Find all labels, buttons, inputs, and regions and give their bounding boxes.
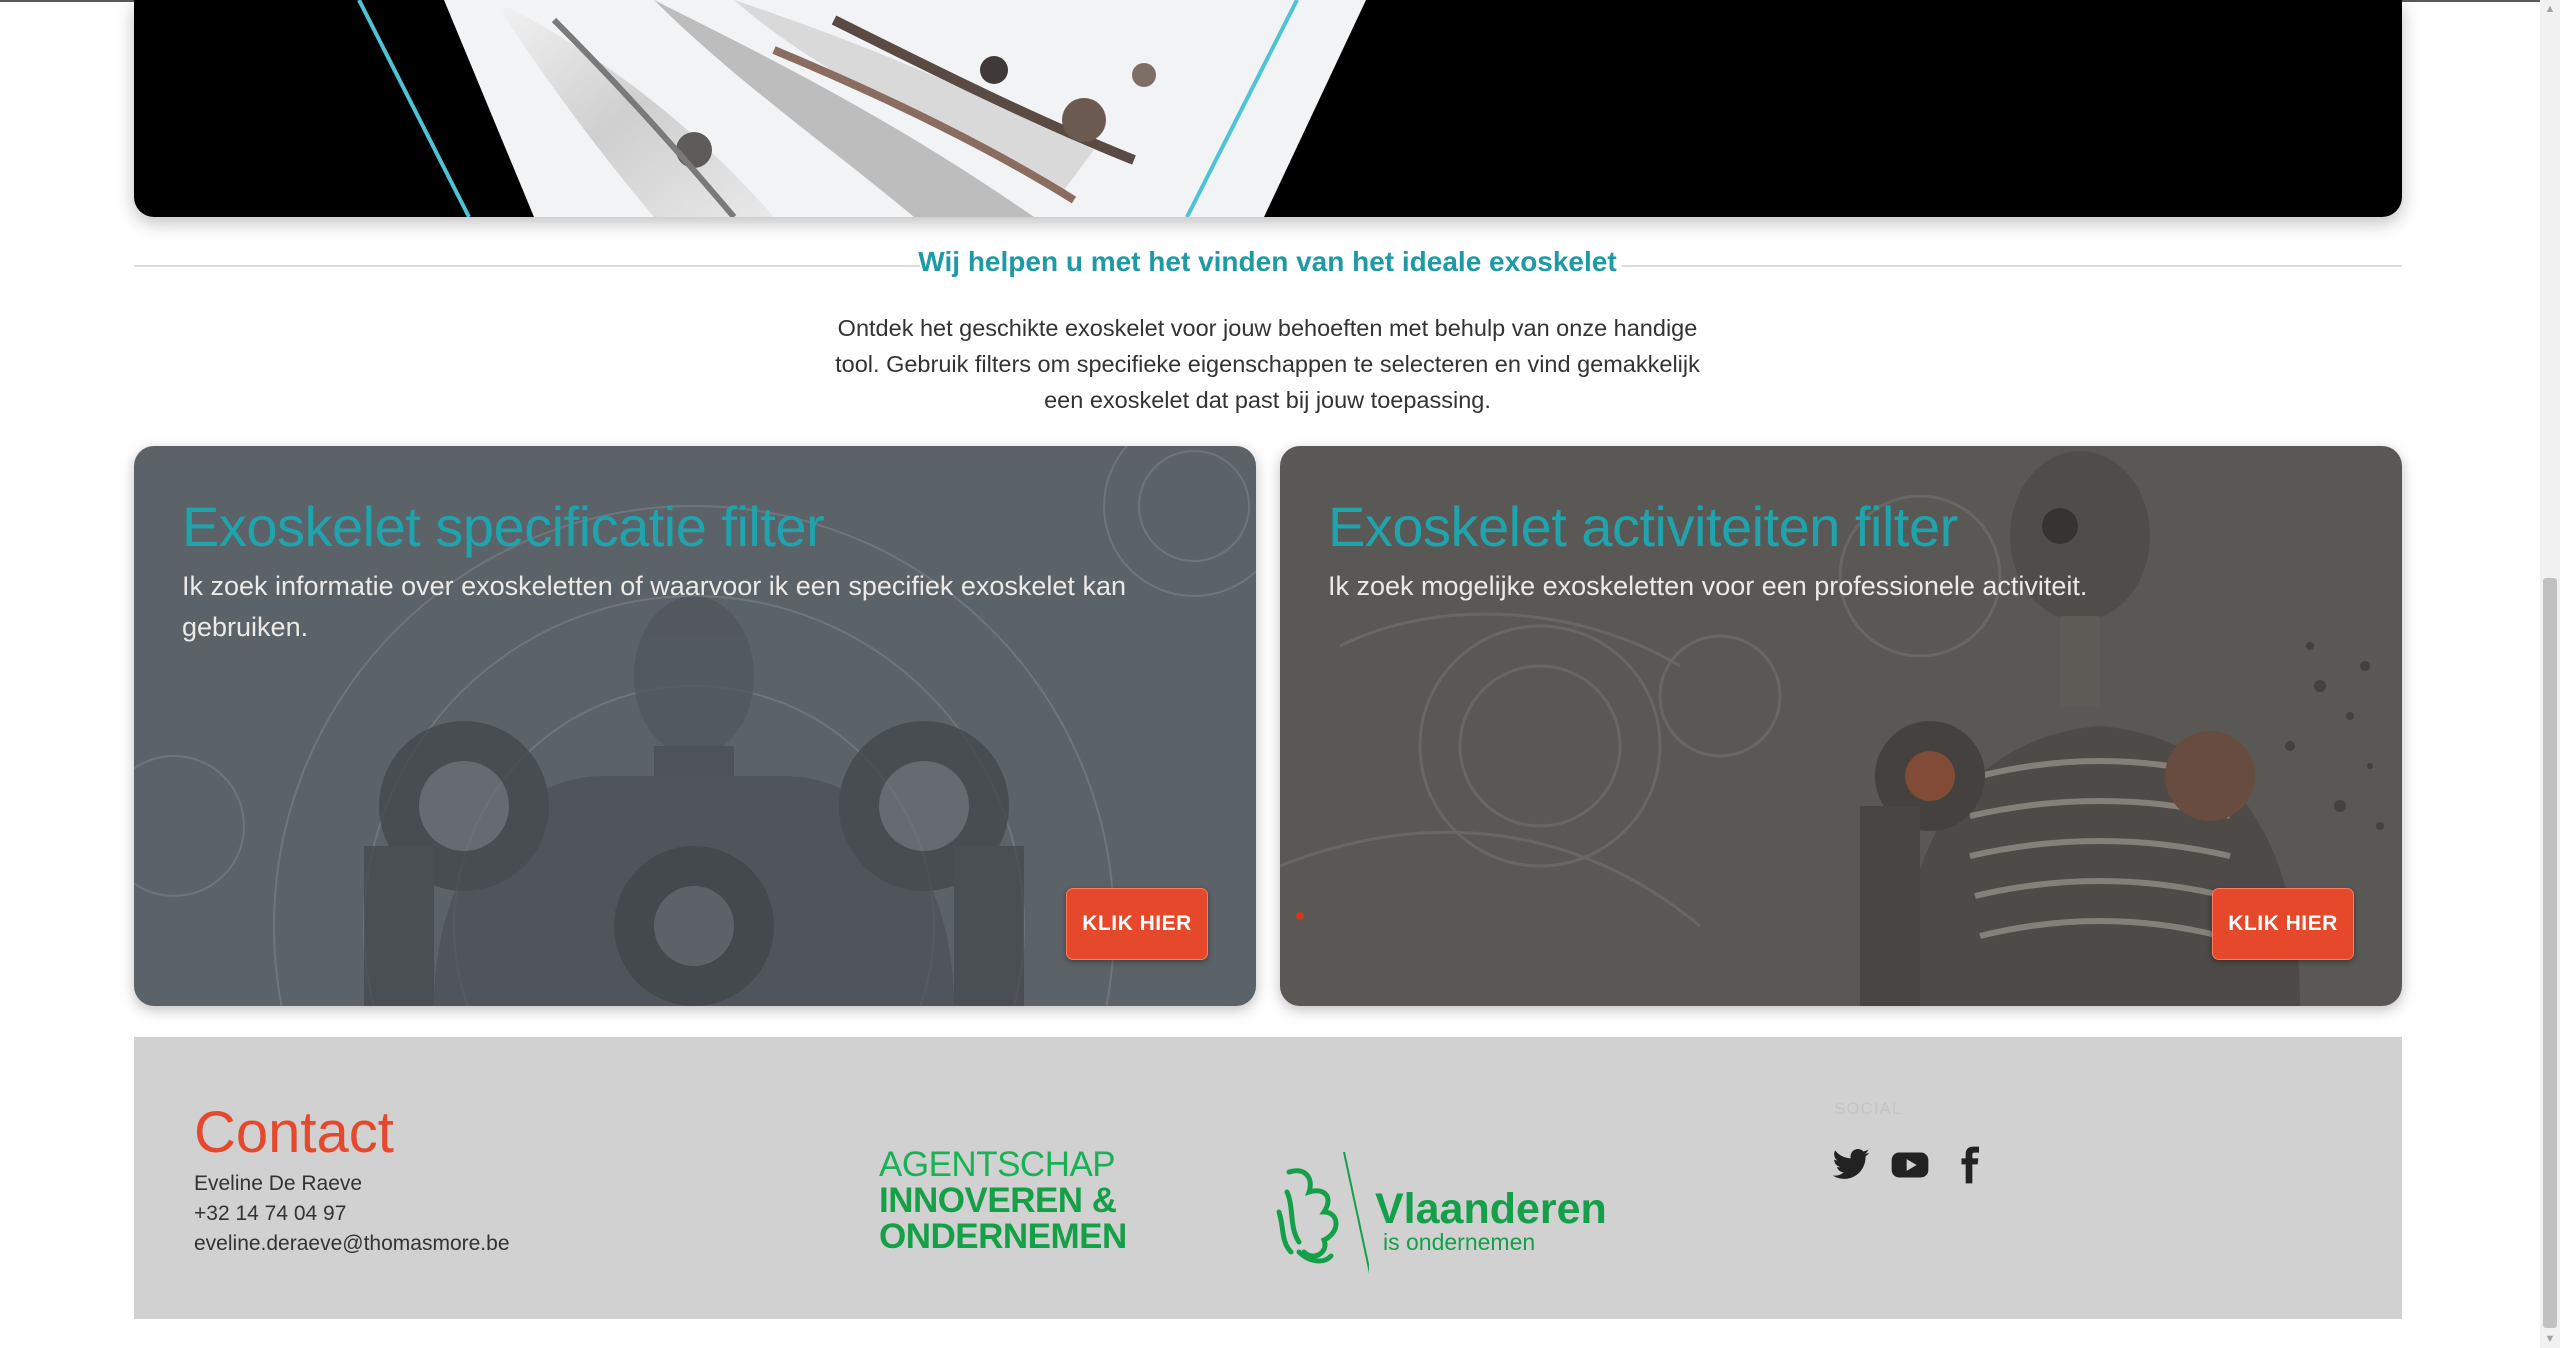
section-intro: Ontdek het geschikte exoskelet voor jouw… [835,315,1700,413]
facebook-icon[interactable] [1949,1145,1989,1185]
divider-right [1622,265,2402,267]
klik-hier-button[interactable]: KLIK HIER [1066,888,1208,960]
divider-left [134,265,920,267]
flemish-lion-icon [1276,1152,1369,1274]
logo-region: Vlaanderen [1375,1185,1607,1233]
card-title: Exoskelet activiteiten filter [1328,495,1958,558]
card-title: Exoskelet specificatie filter [182,495,825,558]
twitter-icon[interactable] [1831,1145,1871,1185]
card-description: Ik zoek informatie over exoskeletten of … [182,571,1126,642]
logo-agency-text: AGENTSCHAP INNOVEREN & ONDERNEMEN [879,1147,1127,1255]
hero-image [134,0,2402,217]
logo-agency-line3: ONDERNEMEN [879,1217,1127,1256]
klik-hier-button[interactable]: KLIK HIER [2212,888,2354,960]
logo-agency-line2: INNOVEREN & [879,1181,1117,1220]
contact-title: Contact [194,1100,394,1165]
scroll-up-arrow[interactable]: ▲ [2543,2,2557,16]
section-heading: Wij helpen u met het vinden van het idea… [918,246,1617,277]
logo-tagline: is ondernemen [1383,1229,1536,1255]
scroll-down-arrow[interactable]: ▼ [2543,1332,2557,1346]
scrollbar-thumb[interactable] [2543,578,2557,1328]
footer: Contact Eveline De Raeve +32 14 74 04 97… [134,1037,2402,1319]
contact-name: Eveline De Raeve [194,1172,363,1195]
logo-agency-line1: AGENTSCHAP [879,1145,1116,1184]
card-specification-filter: Exoskelet specificatie filter Ik zoek in… [134,446,1256,1006]
card-description: Ik zoek mogelijke exoskeletten voor een … [1328,571,2088,601]
social-heading: SOCIAL [1834,1099,1903,1118]
vlaanderen-logo[interactable]: AGENTSCHAP INNOVEREN & ONDERNEMEN Vlaand… [879,1097,1607,1274]
contact-email[interactable]: eveline.deraeve@thomasmore.be [194,1232,510,1256]
contact-phone: +32 14 74 04 97 [194,1202,347,1225]
hero-artwork [357,0,1366,217]
card-activity-filter: Exoskelet activiteiten filter Ik zoek mo… [1280,446,2402,1006]
youtube-icon[interactable] [1890,1145,1930,1185]
